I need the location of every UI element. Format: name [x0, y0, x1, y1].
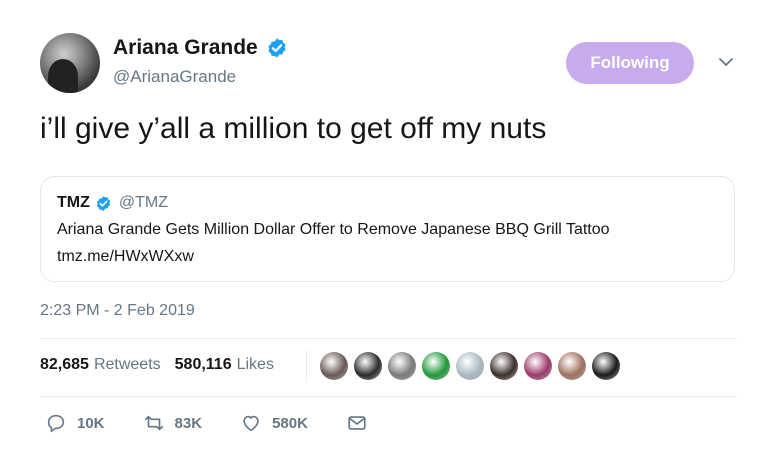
liker-avatar[interactable] — [592, 352, 620, 380]
retweets-count[interactable]: 82,685 — [40, 356, 89, 374]
liker-avatars — [320, 352, 620, 380]
liker-avatar[interactable] — [320, 352, 348, 380]
likes-count[interactable]: 580,116 — [175, 356, 232, 374]
liker-avatar[interactable] — [524, 352, 552, 380]
liker-avatar[interactable] — [558, 352, 586, 380]
liker-avatar[interactable] — [354, 352, 382, 380]
like-action[interactable]: 580K — [240, 412, 308, 434]
tweet-stats: 82,685 Retweets 580,116 Likes — [40, 356, 274, 374]
quoted-author-handle: @TMZ — [118, 194, 168, 211]
author-name-row: Ariana Grande — [113, 36, 288, 60]
chevron-down-icon[interactable] — [718, 56, 734, 68]
following-button[interactable]: Following — [566, 42, 694, 84]
reply-count: 10K — [77, 414, 105, 432]
liker-avatar[interactable] — [490, 352, 518, 380]
likes-label[interactable]: Likes — [237, 356, 274, 374]
tweet-text: i’ll give y’all a million to get off my … — [40, 112, 547, 145]
stats-separator — [306, 350, 307, 382]
quoted-tweet-text: Ariana Grande Gets Million Dollar Offer … — [57, 221, 610, 238]
author-avatar[interactable] — [40, 33, 100, 93]
divider — [40, 396, 737, 397]
quoted-tweet-header: TMZ @TMZ — [57, 194, 168, 212]
author-display-name[interactable]: Ariana Grande — [113, 36, 258, 60]
liker-avatar[interactable] — [388, 352, 416, 380]
reply-action[interactable]: 10K — [45, 412, 105, 434]
retweet-count: 83K — [174, 414, 203, 432]
author-handle[interactable]: @ArianaGrande — [113, 67, 236, 87]
quoted-tweet-link[interactable]: tmz.me/HWxWXxw — [57, 248, 194, 266]
quoted-author-name: TMZ — [57, 194, 90, 211]
quoted-tweet-card[interactable]: TMZ @TMZ Ariana Grande Gets Million Doll… — [40, 176, 735, 282]
liker-avatar[interactable] — [456, 352, 484, 380]
liker-avatar[interactable] — [422, 352, 450, 380]
reply-icon[interactable] — [45, 412, 67, 434]
direct-message-action[interactable] — [346, 412, 368, 434]
verified-badge-icon — [268, 38, 286, 58]
like-count: 580K — [272, 414, 308, 432]
tweet-timestamp[interactable]: 2:23 PM - 2 Feb 2019 — [40, 302, 195, 320]
divider — [40, 338, 737, 339]
verified-badge-icon — [96, 195, 111, 211]
retweet-action[interactable]: 83K — [143, 412, 203, 434]
retweet-icon[interactable] — [143, 412, 165, 434]
direct-message-icon[interactable] — [346, 412, 368, 434]
like-heart-icon[interactable] — [240, 412, 262, 434]
retweets-label[interactable]: Retweets — [94, 356, 161, 374]
tweet-actions: 10K 83K 580K — [45, 412, 406, 434]
